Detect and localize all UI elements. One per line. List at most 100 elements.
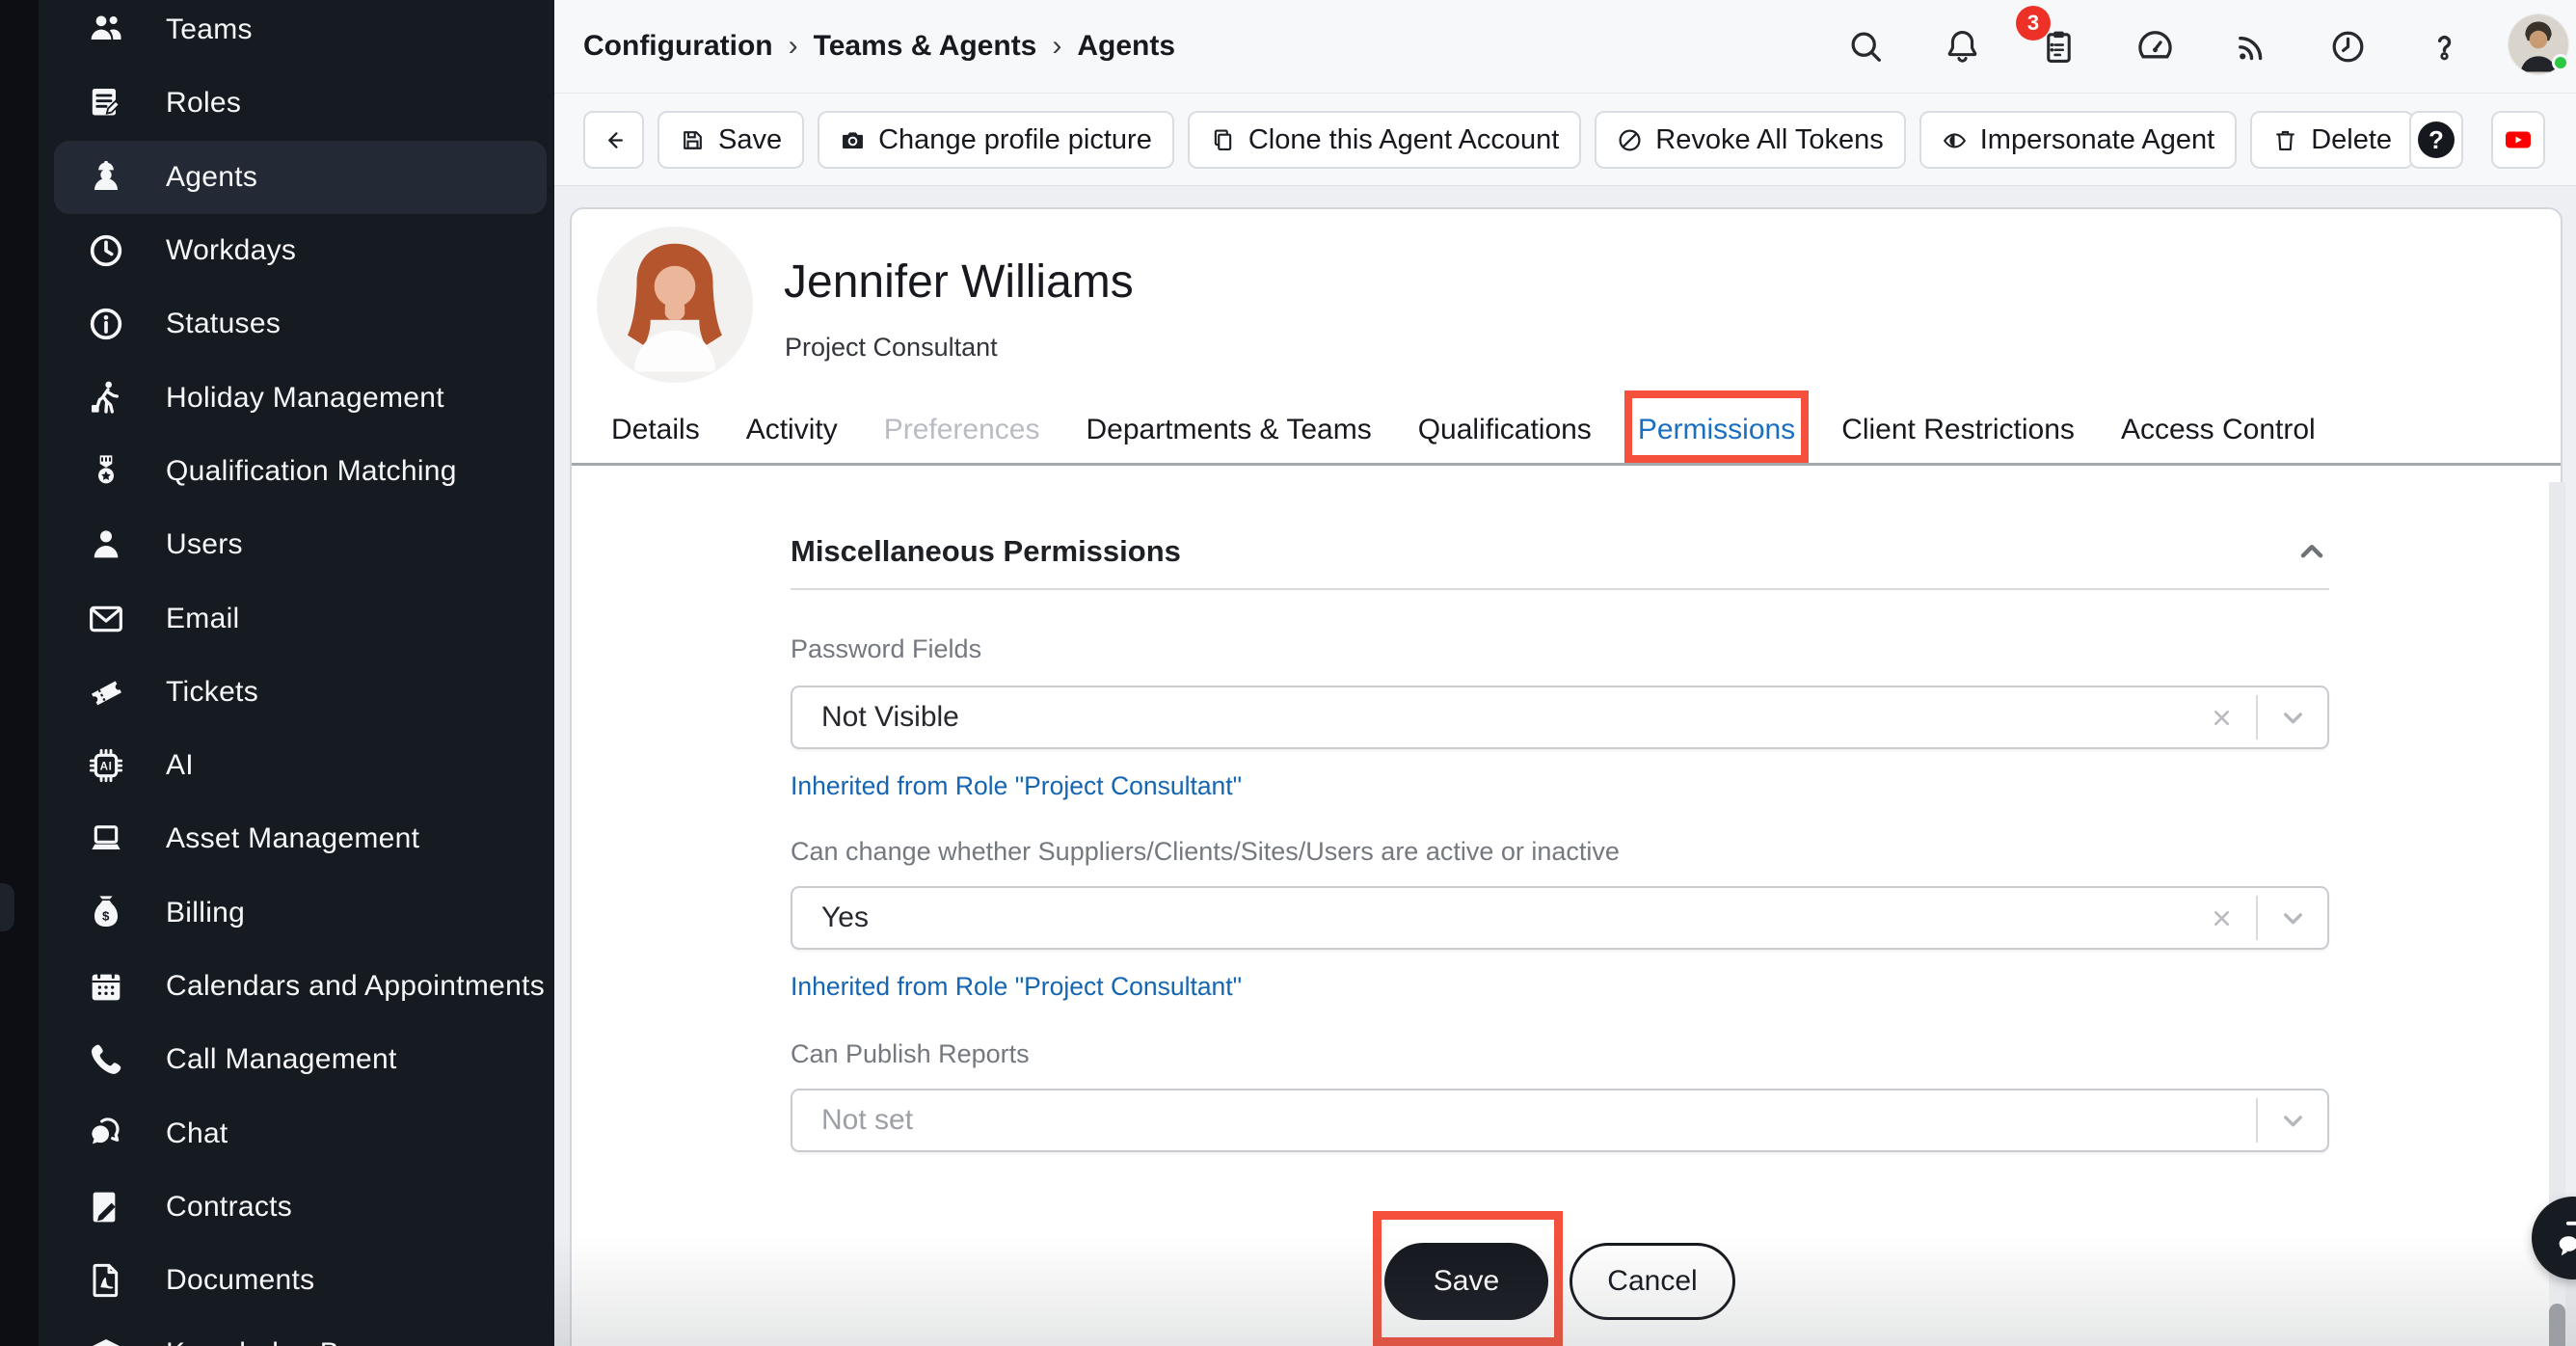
sidebar-item-qualification-matching[interactable]: Qualification Matching [54, 435, 547, 508]
sidebar-item-billing[interactable]: Billing [54, 876, 547, 950]
sidebar-item-users[interactable]: Users [54, 508, 547, 581]
question-circle-icon: ? [2418, 121, 2455, 158]
tab-access-control[interactable]: Access Control [2121, 414, 2316, 446]
trash-icon [2272, 127, 2298, 153]
button-label: Save [718, 123, 783, 155]
sidebar-item-label: Statuses [166, 308, 282, 340]
sidebar-item-chat[interactable]: Chat [54, 1096, 547, 1170]
scrollbar-thumb[interactable] [2549, 1304, 2565, 1346]
agent-avatar[interactable] [599, 229, 751, 381]
breadcrumb-configuration[interactable]: Configuration [583, 30, 773, 63]
sidebar-item-label: Knowledge Base [166, 1337, 387, 1346]
change-profile-picture-button[interactable]: Change profile picture [818, 111, 1174, 169]
button-label: Change profile picture [878, 123, 1152, 155]
sidebar-item-email[interactable]: Email [54, 581, 547, 655]
top-bar: Configuration › Teams & Agents › Agents … [554, 0, 2576, 94]
contract-pen-icon [87, 1188, 125, 1226]
dashboard-gauge-icon[interactable] [2136, 28, 2174, 66]
tab-departments-teams[interactable]: Departments & Teams [1086, 414, 1371, 446]
sidebar-item-tickets[interactable]: Tickets [54, 656, 547, 729]
sidebar-item-label: Agents [166, 160, 258, 193]
history-clock-icon[interactable] [2329, 28, 2367, 66]
sidebar-item-workdays[interactable]: Workdays [54, 214, 547, 287]
revoke-all-tokens-button[interactable]: Revoke All Tokens [1595, 111, 1906, 169]
collapsed-rail [0, 0, 39, 1346]
chevron-down-icon[interactable] [2258, 903, 2327, 933]
active-inactive-select[interactable]: Yes [791, 886, 2329, 950]
cancel-button[interactable]: Cancel [1570, 1243, 1735, 1320]
sidebar-item-agents[interactable]: Agents [54, 140, 547, 214]
sidebar-item-label: Documents [166, 1264, 315, 1297]
knowledge-layers-icon [87, 1334, 125, 1346]
back-button[interactable] [583, 111, 644, 169]
notifications-bell-icon[interactable] [1944, 28, 1981, 66]
collapse-chevron-up-icon[interactable] [2294, 534, 2329, 569]
sidebar-item-label: Qualification Matching [166, 454, 457, 487]
sidebar-item-contracts[interactable]: Contracts [54, 1171, 547, 1244]
section-title: Miscellaneous Permissions [791, 534, 1181, 568]
clone-copy-icon [1210, 127, 1236, 153]
sidebar-item-documents[interactable]: Documents [54, 1244, 547, 1317]
help-button[interactable]: ? [2409, 111, 2463, 169]
clear-x-icon[interactable] [2187, 705, 2256, 731]
tab-permissions[interactable]: Permissions [1623, 390, 1810, 463]
sidebar-item-label: Roles [166, 87, 242, 120]
sidebar-item-call-management[interactable]: Call Management [54, 1023, 547, 1096]
sidebar-item-label: Email [166, 602, 240, 634]
slash-circle-icon [1617, 127, 1643, 153]
breadcrumb: Configuration › Teams & Agents › Agents [583, 0, 1175, 93]
sidebar-item-statuses[interactable]: Statuses [54, 287, 547, 361]
sidebar-item-roles[interactable]: Roles [54, 67, 547, 140]
password-fields-select[interactable]: Not Visible [791, 686, 2329, 749]
sidebar-item-teams[interactable]: Teams [54, 0, 547, 67]
clone-agent-button[interactable]: Clone this Agent Account [1187, 111, 1582, 169]
feed-rss-icon[interactable] [2233, 28, 2270, 66]
section-divider [791, 588, 2329, 590]
config-sidebar: Teams Roles Agents Workdays Statuses Hol… [39, 0, 554, 1346]
camera-icon [840, 127, 866, 153]
tab-preferences[interactable]: Preferences [884, 414, 1040, 446]
teams-people-icon [87, 11, 125, 49]
breadcrumb-separator-icon: › [1052, 30, 1062, 62]
publish-reports-select[interactable]: Not set [791, 1089, 2329, 1152]
search-icon[interactable] [1847, 28, 1885, 66]
sidebar-item-ai[interactable]: AI [54, 729, 547, 802]
sidebar-item-holiday-management[interactable]: Holiday Management [54, 361, 547, 434]
field-label-active-inactive: Can change whether Suppliers/Clients/Sit… [791, 837, 1620, 866]
sidebar-item-calendars[interactable]: Calendars and Appointments [54, 950, 547, 1023]
chevron-down-icon[interactable] [2258, 703, 2327, 733]
tab-label: Permissions [1637, 414, 1796, 445]
sidebar-item-label: Call Management [166, 1043, 397, 1076]
clear-x-icon[interactable] [2187, 905, 2256, 931]
help-question-icon[interactable] [2426, 28, 2463, 66]
agent-tabs: Details Activity Preferences Departments… [572, 390, 2561, 466]
breadcrumb-agents[interactable]: Agents [1077, 30, 1175, 63]
users-person-icon [87, 525, 125, 564]
phone-icon [87, 1040, 125, 1079]
inherited-role-link[interactable]: Inherited from Role "Project Consultant" [791, 771, 1242, 801]
sidebar-item-label: Holiday Management [166, 381, 444, 414]
tab-qualifications[interactable]: Qualifications [1418, 414, 1592, 446]
button-label: Impersonate Agent [1979, 123, 2215, 155]
sidebar-item-label: Contracts [166, 1190, 293, 1223]
delete-agent-button[interactable]: Delete [2250, 111, 2415, 169]
drawer-handle[interactable] [0, 883, 14, 931]
impersonate-agent-button[interactable]: Impersonate Agent [1919, 111, 2238, 169]
chevron-down-icon[interactable] [2258, 1106, 2327, 1136]
sidebar-item-label: AI [166, 749, 194, 782]
tab-details[interactable]: Details [611, 414, 700, 446]
save-toolbar-button[interactable]: Save [657, 111, 805, 169]
breadcrumb-teams-agents[interactable]: Teams & Agents [814, 30, 1037, 63]
sidebar-item-knowledge-base[interactable]: Knowledge Base [54, 1317, 547, 1346]
youtube-tutorial-button[interactable] [2491, 111, 2545, 169]
holiday-traveler-icon [87, 379, 125, 417]
asset-laptop-icon [87, 820, 125, 858]
save-button[interactable]: Save [1384, 1243, 1548, 1320]
billing-moneybag-icon [87, 894, 125, 932]
tab-activity[interactable]: Activity [746, 414, 838, 446]
sidebar-item-asset-management[interactable]: Asset Management [54, 802, 547, 875]
agent-hardhat-icon [87, 158, 125, 197]
button-label: Revoke All Tokens [1655, 123, 1884, 155]
inherited-role-link[interactable]: Inherited from Role "Project Consultant" [791, 972, 1242, 1002]
tab-client-restrictions[interactable]: Client Restrictions [1841, 414, 2075, 446]
